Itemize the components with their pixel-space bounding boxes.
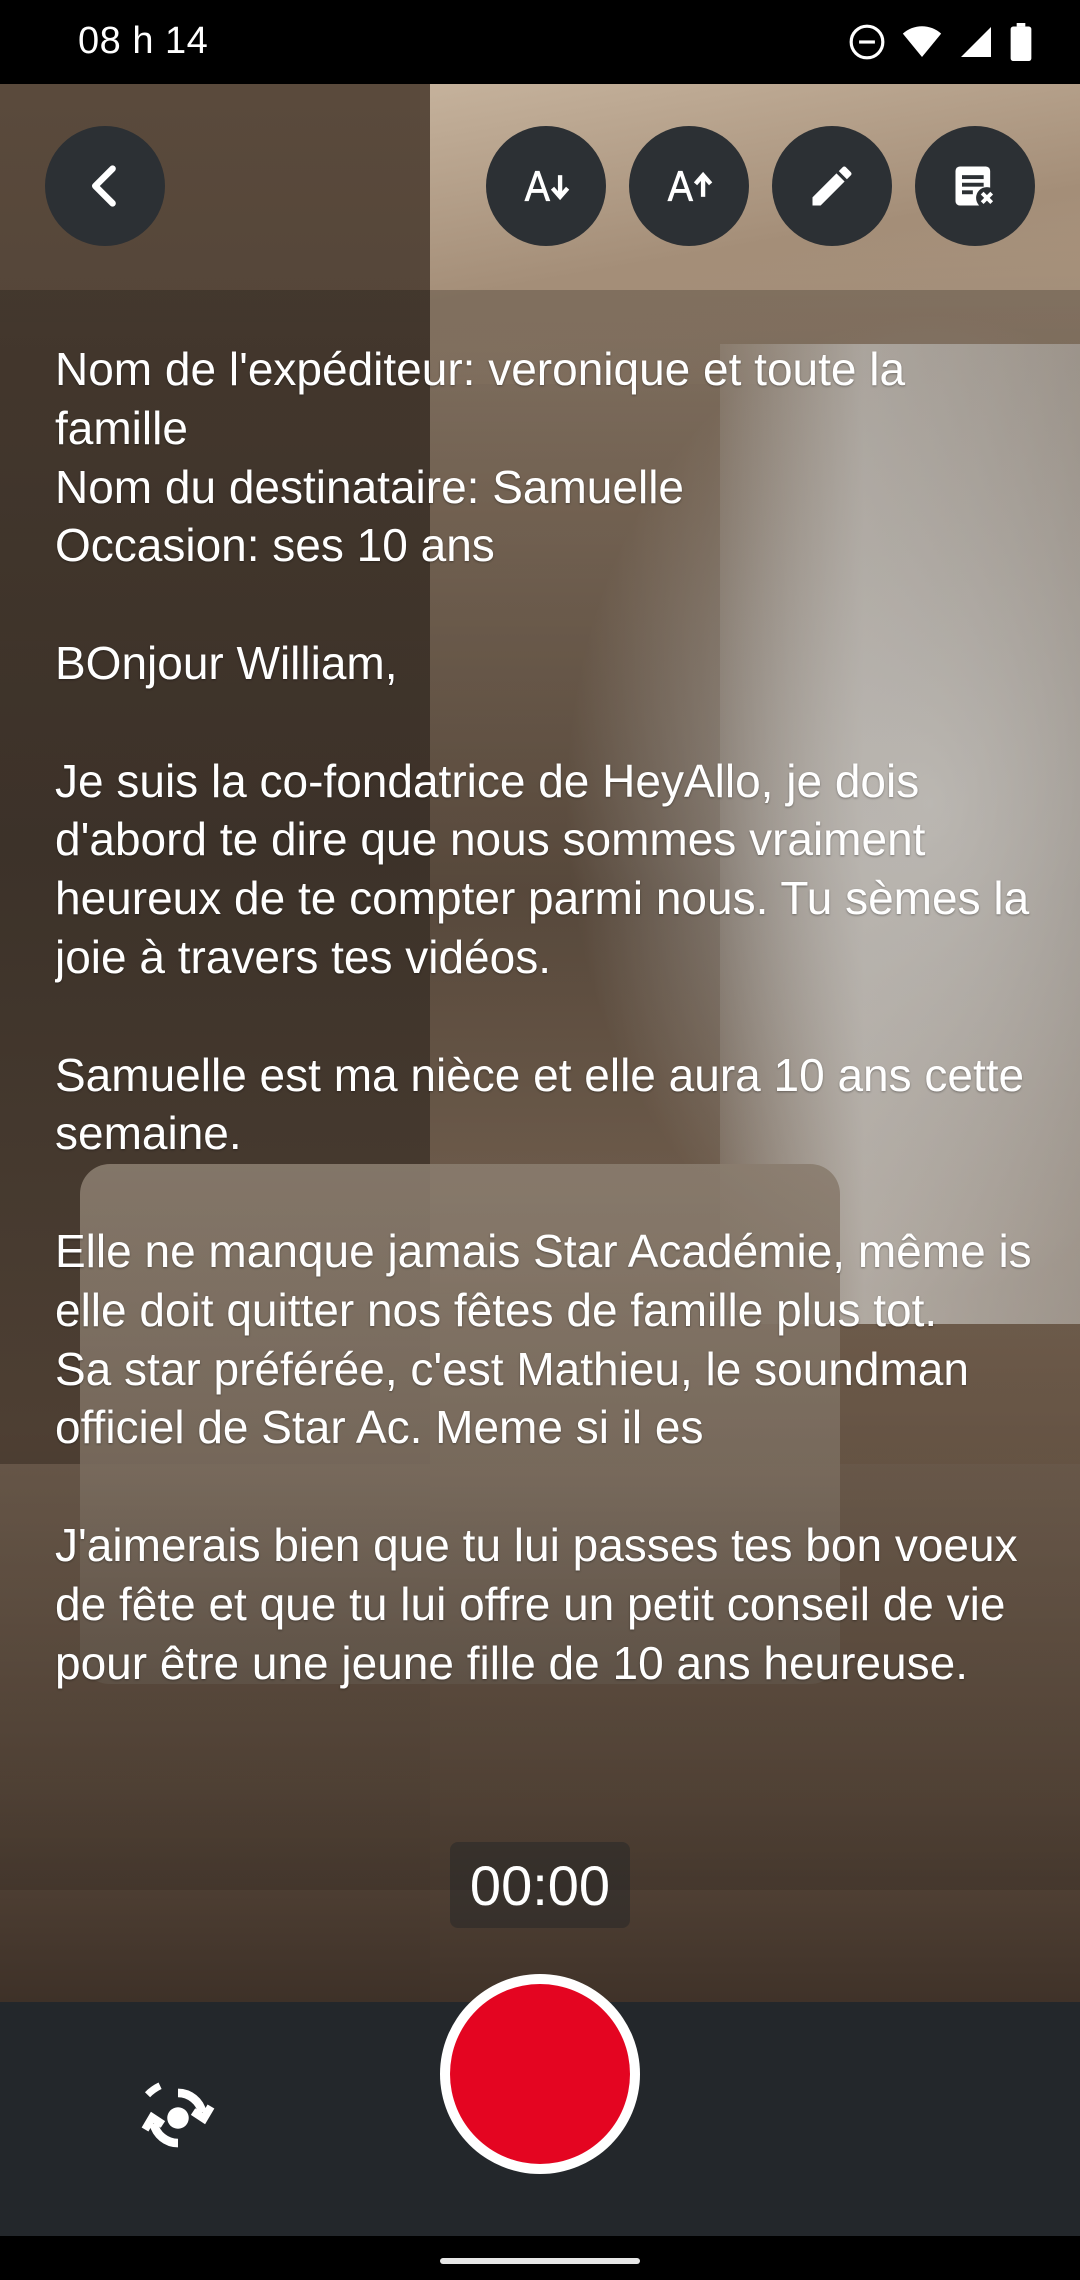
- script-line: Nom de l'expéditeur: veronique et toute …: [55, 343, 918, 454]
- script-line: Occasion: ses 10 ans: [55, 519, 495, 572]
- script-line: Sa star préférée, c'est Mathieu, le soun…: [55, 1342, 982, 1454]
- home-gesture-handle[interactable]: [440, 2258, 640, 2264]
- status-time: 08 h 14: [78, 20, 209, 62]
- script-blank-line: [55, 1457, 1035, 1516]
- script-blank-line: [55, 987, 1035, 1046]
- clear-script-button[interactable]: [915, 126, 1035, 246]
- script-line: Samuelle est ma nièce et elle aura 10 an…: [55, 1048, 1025, 1160]
- text-size-decrease-icon: [524, 170, 570, 202]
- status-bar: 08 h 14: [0, 0, 1080, 84]
- teleprompter-script: Nom de l'expéditeur: veronique et toute …: [55, 340, 1035, 1792]
- record-dot: [450, 1984, 630, 2164]
- edit-pencil-icon: [812, 166, 852, 206]
- script-line: Elle ne manque jamais Star Académie, mêm…: [55, 1224, 1032, 1336]
- increase-text-size-button[interactable]: [629, 126, 749, 246]
- signal-icon: [961, 27, 991, 57]
- script-blank-line: [55, 575, 1035, 634]
- recording-timer: 00:00: [450, 1842, 630, 1928]
- battery-icon: [1010, 23, 1032, 61]
- script-blank-line: [55, 1163, 1035, 1222]
- script-line: Je suis la co-fondatrice de HeyAllo, je …: [55, 754, 1030, 983]
- script-line: BOnjour William,: [55, 636, 398, 689]
- record-button[interactable]: [440, 1974, 640, 2174]
- camera-controls-bar: [0, 1974, 1080, 2236]
- back-arrow-icon: [92, 165, 116, 207]
- script-line: J'aimerais bien que tu lui passes tes bo…: [55, 1518, 1031, 1689]
- status-icons: [848, 20, 1032, 64]
- switch-camera-icon: [141, 2082, 215, 2148]
- script-line: Nom du destinataire: Samuelle: [55, 460, 684, 513]
- navigation-bar: [0, 2236, 1080, 2280]
- decrease-text-size-button[interactable]: [486, 126, 606, 246]
- wifi-icon: [902, 26, 942, 57]
- back-button[interactable]: [45, 126, 165, 246]
- text-size-increase-icon: [667, 170, 713, 202]
- script-blank-line: [55, 693, 1035, 752]
- edit-script-button[interactable]: [772, 126, 892, 246]
- clear-script-icon: [955, 166, 998, 209]
- do-not-disturb-icon: [849, 24, 885, 60]
- switch-camera-button[interactable]: [132, 2072, 224, 2164]
